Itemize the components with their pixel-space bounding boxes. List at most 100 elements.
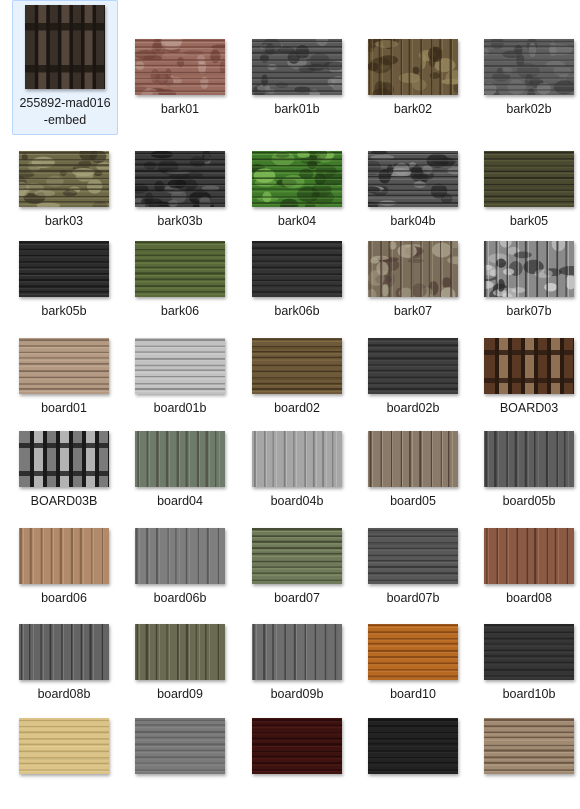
image-thumbnail — [25, 5, 105, 89]
file-item[interactable]: board05 — [361, 422, 465, 522]
image-thumbnail — [368, 624, 458, 680]
file-name-label: bark02 — [393, 102, 433, 116]
file-item[interactable] — [245, 709, 349, 809]
file-item[interactable] — [128, 709, 232, 809]
file-item[interactable]: BOARD03 — [477, 329, 580, 429]
image-thumbnail — [484, 39, 574, 95]
file-item[interactable]: bark01b — [245, 0, 349, 116]
file-item[interactable]: board04 — [128, 422, 232, 522]
file-item[interactable]: board02b — [361, 329, 465, 429]
file-name-label: board04 — [157, 494, 203, 508]
file-item[interactable]: board08b — [12, 615, 116, 715]
file-name-label: board06 — [41, 591, 87, 605]
file-name-label: board08 — [506, 591, 552, 605]
file-name-label: board07b — [386, 591, 440, 605]
file-item[interactable]: board04b — [245, 422, 349, 522]
file-name-label: board08b — [37, 687, 91, 701]
image-thumbnail — [484, 431, 574, 487]
image-thumbnail — [19, 241, 109, 297]
image-thumbnail — [19, 151, 109, 207]
file-name-label: bark04b — [390, 214, 436, 228]
image-thumbnail — [368, 431, 458, 487]
image-thumbnail — [135, 338, 225, 394]
file-item[interactable]: bark02 — [361, 0, 465, 116]
file-item[interactable]: bark05 — [477, 142, 580, 242]
image-thumbnail — [484, 718, 574, 774]
image-thumbnail — [135, 151, 225, 207]
file-item[interactable]: board10b — [477, 615, 580, 715]
image-thumbnail — [484, 338, 574, 394]
file-name-label: board09 — [157, 687, 203, 701]
file-item[interactable]: board07 — [245, 519, 349, 619]
file-name-label: board05b — [502, 494, 556, 508]
file-item[interactable]: bark04 — [245, 142, 349, 242]
file-item[interactable]: board09 — [128, 615, 232, 715]
image-thumbnail — [252, 338, 342, 394]
file-item[interactable]: bark02b — [477, 0, 580, 116]
file-item[interactable]: bark05b — [12, 232, 116, 332]
file-name-label: bark06b — [274, 304, 320, 318]
image-thumbnail — [368, 528, 458, 584]
file-item[interactable]: BOARD03B — [12, 422, 116, 522]
image-thumbnail — [252, 39, 342, 95]
image-thumbnail — [135, 624, 225, 680]
file-name-label: board01 — [41, 401, 87, 415]
image-thumbnail — [252, 624, 342, 680]
file-name-label: board04b — [270, 494, 324, 508]
file-item[interactable]: board01 — [12, 329, 116, 429]
image-thumbnail — [19, 624, 109, 680]
file-item[interactable] — [477, 709, 580, 809]
image-thumbnail — [484, 151, 574, 207]
image-thumbnail — [19, 528, 109, 584]
image-thumbnail — [135, 39, 225, 95]
file-name-label: bark07b — [506, 304, 552, 318]
file-name-label: bark03 — [44, 214, 84, 228]
image-thumbnail — [484, 528, 574, 584]
file-name-label: BOARD03 — [499, 401, 559, 415]
file-item[interactable]: board06 — [12, 519, 116, 619]
file-item[interactable]: bark04b — [361, 142, 465, 242]
file-name-label: bark03b — [157, 214, 203, 228]
file-name-label: bark07 — [393, 304, 433, 318]
file-name-label: board06b — [153, 591, 207, 605]
file-item[interactable]: bark07b — [477, 232, 580, 332]
file-item[interactable]: board06b — [128, 519, 232, 619]
file-item[interactable]: board10 — [361, 615, 465, 715]
file-item[interactable]: board08 — [477, 519, 580, 619]
file-item[interactable]: board02 — [245, 329, 349, 429]
image-thumbnail — [19, 718, 109, 774]
file-item[interactable]: bark06b — [245, 232, 349, 332]
file-name-label: bark05b — [41, 304, 87, 318]
image-thumbnail — [252, 431, 342, 487]
file-name-label: BOARD03B — [30, 494, 98, 508]
file-item[interactable]: 255892-mad016-embed — [12, 0, 118, 135]
image-thumbnail — [19, 338, 109, 394]
file-item[interactable]: board09b — [245, 615, 349, 715]
file-item[interactable] — [361, 709, 465, 809]
file-item[interactable] — [12, 709, 116, 809]
file-name-label: bark04 — [277, 214, 317, 228]
file-name-label: bark02b — [506, 102, 552, 116]
file-item[interactable]: board07b — [361, 519, 465, 619]
file-item[interactable]: bark03 — [12, 142, 116, 242]
file-name-label: bark01 — [160, 102, 200, 116]
file-name-label: board05 — [390, 494, 436, 508]
image-thumbnail — [135, 241, 225, 297]
image-thumbnail — [368, 241, 458, 297]
file-item[interactable]: board05b — [477, 422, 580, 522]
file-item[interactable]: bark01 — [128, 0, 232, 116]
file-item[interactable]: bark07 — [361, 232, 465, 332]
file-name-label: board01b — [153, 401, 207, 415]
image-thumbnail — [368, 39, 458, 95]
file-item[interactable]: bark06 — [128, 232, 232, 332]
file-item[interactable]: bark03b — [128, 142, 232, 242]
image-thumbnail — [252, 151, 342, 207]
image-thumbnail — [135, 718, 225, 774]
image-thumbnail — [252, 718, 342, 774]
file-name-label: board10b — [502, 687, 556, 701]
image-thumbnail — [368, 338, 458, 394]
file-name-label: bark06 — [160, 304, 200, 318]
image-thumbnail — [368, 151, 458, 207]
file-item[interactable]: board01b — [128, 329, 232, 429]
file-name-label: board02 — [274, 401, 320, 415]
